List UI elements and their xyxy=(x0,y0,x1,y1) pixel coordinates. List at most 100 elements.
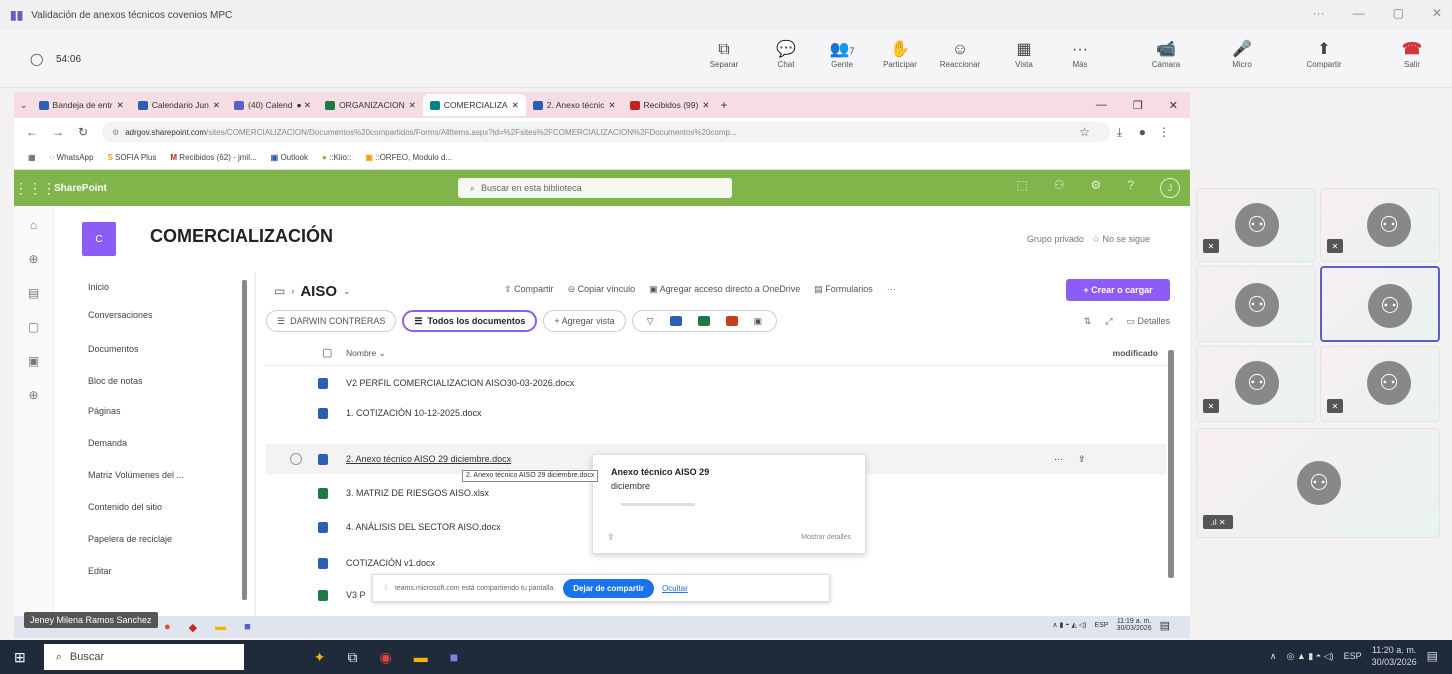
file-icon[interactable]: ▢ xyxy=(28,320,39,334)
raise-hand-button[interactable]: ✋ Participar xyxy=(876,40,924,69)
home-icon[interactable]: ⌂ xyxy=(30,218,37,232)
news-icon[interactable]: ▤ xyxy=(28,286,39,300)
nav-demanda[interactable]: Demanda xyxy=(88,438,127,448)
clock[interactable]: 11:20 a. m. 30/03/2026 xyxy=(1372,644,1417,668)
site-info-icon[interactable]: ⚙ xyxy=(112,128,119,137)
site-logo[interactable]: C xyxy=(82,222,116,256)
file-name[interactable]: 3. MATRIZ DE RIESGOS AISO.xlsx xyxy=(346,488,489,498)
participant-tile[interactable]: ⚇ ✕ xyxy=(1320,188,1440,262)
sort-icon[interactable]: ⇅ xyxy=(1084,316,1092,327)
nav-papelera[interactable]: Papelera de reciclaje xyxy=(88,534,172,544)
excel-filter-icon[interactable] xyxy=(697,316,710,326)
taskbar-search[interactable]: ⌕ Buscar xyxy=(43,644,244,670)
list-scrollbar[interactable] xyxy=(1168,350,1174,578)
file-name[interactable]: V3 P xyxy=(346,590,366,600)
details-button[interactable]: ▭ Detalles xyxy=(1126,316,1170,327)
download-icon[interactable]: ⤓ xyxy=(1117,125,1122,140)
restore-icon[interactable]: ❐ xyxy=(1133,99,1143,112)
minimize-icon[interactable]: — xyxy=(1353,6,1365,20)
help-icon[interactable]: ? xyxy=(1127,178,1134,198)
name-column-header[interactable]: Nombre ⌄ xyxy=(346,348,386,359)
chrome-icon[interactable]: ◉ xyxy=(379,649,391,666)
view-button[interactable]: ▦ Vista xyxy=(1000,40,1048,69)
add-view-button[interactable]: + Agregar vista xyxy=(543,310,626,332)
people-button[interactable]: 👥7 Gente xyxy=(818,40,866,69)
minimize-icon[interactable]: — xyxy=(1096,99,1107,112)
participant-tile[interactable]: ⚇ ✕ xyxy=(1196,346,1316,422)
account-avatar[interactable]: J xyxy=(1160,178,1180,198)
file-name[interactable]: COTIZACIÓN v1.docx xyxy=(346,558,435,568)
camera-button[interactable]: 📹 Cámara xyxy=(1142,40,1190,69)
hide-link[interactable]: Ocultar xyxy=(662,584,688,593)
tab-organizacion[interactable]: ORGANIZACION ✕ xyxy=(318,94,423,116)
row-share-icon[interactable]: ⇪ xyxy=(1078,454,1086,465)
tab-comercializacion[interactable]: COMERCIALIZA ✕ xyxy=(422,94,526,116)
nav-documentos[interactable]: Documentos xyxy=(88,344,139,354)
onedrive-shortcut-command[interactable]: ▣ Agregar acceso directo a OneDrive xyxy=(649,284,800,295)
tab-mail[interactable]: Bandeja de entr ✕ xyxy=(32,94,131,116)
url-field[interactable]: ⚙ adrgov.sharepoint.com/sites/COMERCIALIZ… xyxy=(102,122,1110,142)
hover-card-title[interactable]: Anexo técnico AISO 29 xyxy=(611,467,709,477)
library-search[interactable]: ⌕ Buscar en esta biblioteca xyxy=(458,178,732,198)
more-commands[interactable]: ··· xyxy=(887,284,896,295)
file-name[interactable]: 4. ANÁLISIS DEL SECTOR AISO.docx xyxy=(346,522,501,532)
modified-column-header[interactable]: modificado xyxy=(1113,348,1158,358)
list-icon[interactable]: ▣ xyxy=(28,354,39,368)
profile-icon[interactable]: ● xyxy=(1139,125,1146,139)
bookmark-sofia[interactable]: S SOFIA Plus xyxy=(107,153,156,162)
image-filter-icon[interactable]: ▣ xyxy=(754,316,763,327)
tab-gmail[interactable]: Recibidos (99) ✕ xyxy=(623,94,717,116)
nav-editar[interactable]: Editar xyxy=(88,566,112,576)
tab-anexo[interactable]: 2. Anexo técnic ✕ xyxy=(526,94,623,116)
sharepoint-app-name[interactable]: SharePoint xyxy=(54,183,107,194)
menu-icon[interactable]: ⋮ xyxy=(1158,125,1170,139)
row-more-icon[interactable]: ··· xyxy=(1054,454,1063,464)
nav-paginas[interactable]: Páginas xyxy=(88,406,121,416)
file-explorer-icon[interactable]: ▬ xyxy=(414,649,428,666)
add-icon[interactable]: ⊕ xyxy=(28,388,38,402)
breadcrumb-current[interactable]: AISO xyxy=(300,283,337,300)
bookmark-kiio[interactable]: ● ::Kiio:: xyxy=(322,153,351,162)
leave-button[interactable]: ☎ Salir xyxy=(1388,40,1436,69)
close-icon[interactable]: ✕ xyxy=(1169,99,1178,112)
follow-button[interactable]: ☆ No se sigue xyxy=(1092,234,1150,245)
bookmark-gmail[interactable]: M Recibidos (62) - jmil... xyxy=(170,153,256,162)
create-upload-button[interactable]: + Crear o cargar xyxy=(1066,279,1170,301)
more-button[interactable]: ··· Más xyxy=(1056,40,1104,69)
participant-tile[interactable]: ⚇ .ıl ✕ xyxy=(1196,428,1440,538)
bookmark-orfeo[interactable]: ▣ ::ORFEO, Modulo d... xyxy=(365,153,452,162)
globe-icon[interactable]: ⊕ xyxy=(28,252,38,266)
view-all-documents[interactable]: ☰ Todos los documentos xyxy=(402,310,538,332)
participant-tile[interactable]: ⚇ ✕ xyxy=(1196,188,1316,262)
new-tab-icon[interactable]: + xyxy=(720,98,727,112)
quick-filters[interactable]: ▽ ▣ xyxy=(631,310,778,332)
task-view-icon[interactable]: ⧉ xyxy=(347,649,357,666)
stop-sharing-button[interactable]: Dejar de compartir xyxy=(563,578,654,598)
nav-bloc-de-notas[interactable]: Bloc de notas xyxy=(88,376,143,386)
app-launcher-icon[interactable]: ⋮⋮⋮ xyxy=(14,180,56,197)
share-button[interactable]: ⬆ Compartir xyxy=(1300,40,1348,69)
apps-icon[interactable]: ▦ xyxy=(28,153,36,162)
nav-inicio[interactable]: Inicio xyxy=(88,282,109,292)
person-filter-pill[interactable]: ☰ DARWIN CONTRERAS xyxy=(266,310,397,332)
close-icon[interactable]: ✕ xyxy=(1432,6,1442,20)
bookmark-whatsapp[interactable]: ◌ WhatsApp xyxy=(50,153,94,162)
word-filter-icon[interactable] xyxy=(669,316,682,326)
drag-handle-icon[interactable]: ⁞ xyxy=(385,585,387,592)
lang-indicator[interactable]: ESP xyxy=(1344,651,1362,661)
notifications-icon[interactable]: ▤ xyxy=(1427,649,1438,663)
bookmark-outlook[interactable]: ▣ Outlook xyxy=(271,153,308,162)
star-icon[interactable]: ☆ xyxy=(1079,125,1090,139)
reload-icon[interactable]: ↻ xyxy=(78,125,88,139)
copilot-icon[interactable]: ✦ xyxy=(314,649,326,666)
tab-teams-calendar[interactable]: (40) Calend ● ✕ xyxy=(227,94,318,116)
maximize-icon[interactable]: ▢ xyxy=(1393,6,1404,20)
nav-scrollbar[interactable] xyxy=(242,280,247,600)
file-name[interactable]: 1. COTIZACIÓN 10-12-2025.docx xyxy=(346,408,482,418)
file-row[interactable]: V2 PERFIL COMERCIALIZACION AISO30-03-202… xyxy=(266,368,1166,398)
tab-list-icon[interactable]: ⌄ xyxy=(20,100,28,111)
mic-button[interactable]: 🎤 Micro xyxy=(1218,40,1266,69)
show-details-link[interactable]: Mostrar detalles xyxy=(801,534,851,541)
row-select-radio[interactable] xyxy=(290,453,302,465)
expand-icon[interactable]: ⤢ xyxy=(1105,316,1112,327)
